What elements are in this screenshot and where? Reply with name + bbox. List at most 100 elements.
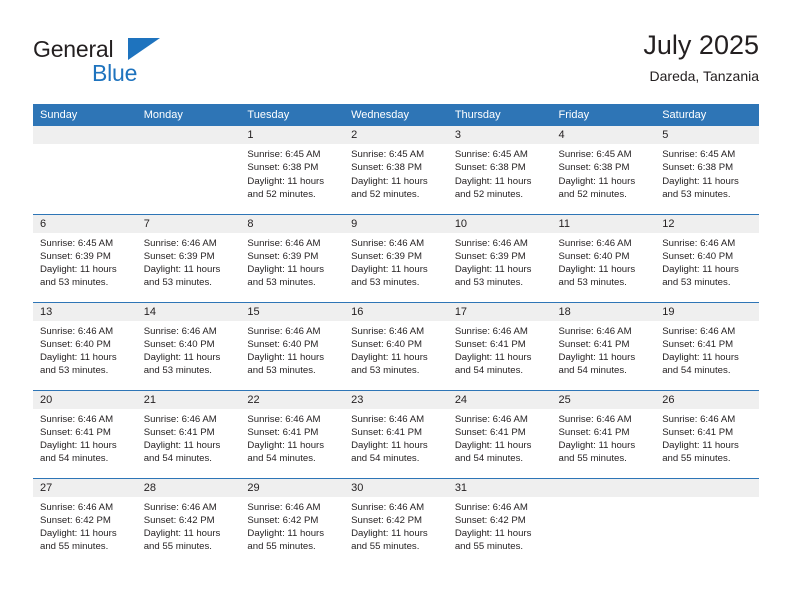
calendar-day-cell[interactable]: 23 Sunrise: 6:46 AM Sunset: 6:41 PM Dayligh… xyxy=(344,389,448,478)
calendar-day-cell[interactable]: 12 Sunrise: 6:46 AM Sunset: 6:40 PM Dayligh… xyxy=(655,213,759,302)
daylight-duration-text: Daylight: 11 hours and 53 minutes. xyxy=(662,175,739,200)
sunrise-text: Sunrise: 6:46 AM xyxy=(558,237,632,249)
calendar-day-cell[interactable]: 1 Sunrise: 6:45 AM Sunset: 6:38 PM Daylight… xyxy=(240,126,345,214)
day-number: 3 xyxy=(447,126,552,144)
day-number: 19 xyxy=(655,302,759,321)
calendar-week-row: 20 Sunrise: 6:46 AM Sunset: 6:41 PM Dayligh… xyxy=(33,389,759,478)
sunrise-text: Sunrise: 6:45 AM xyxy=(454,149,528,160)
day-details: Sunrise: 6:46 AM Sunset: 6:41 PM Daylight:… xyxy=(448,321,552,378)
daylight-duration-text: Daylight: 11 hours and 55 minutes. xyxy=(143,528,221,553)
daylight-duration-text: Daylight: 11 hours and 55 minutes. xyxy=(40,528,117,553)
day-number: 18 xyxy=(551,302,656,321)
calendar-day-cell[interactable]: 20 Sunrise: 6:46 AM Sunset: 6:41 PM Dayligh… xyxy=(33,389,137,478)
day-number: 8 xyxy=(240,214,345,233)
day-details: Sunrise: 6:46 AM Sunset: 6:40 PM Daylight:… xyxy=(552,233,656,290)
calendar-day-cell[interactable]: 28 Sunrise: 6:46 AM Sunset: 6:42 PM Dayligh… xyxy=(136,477,241,566)
sunrise-text: Sunrise: 6:46 AM xyxy=(247,237,321,249)
sunset-text: Sunset: 6:39 PM xyxy=(454,250,526,262)
calendar-day-cell[interactable]: 15 Sunrise: 6:46 AM Sunset: 6:40 PM Dayligh… xyxy=(240,301,345,390)
calendar-day-cell[interactable]: 25 Sunrise: 6:46 AM Sunset: 6:41 PM Dayligh… xyxy=(551,389,656,478)
calendar-day-cell[interactable]: 6 Sunrise: 6:45 AM Sunset: 6:39 PM Daylight… xyxy=(33,213,137,302)
calendar-day-cell[interactable]: 13 Sunrise: 6:46 AM Sunset: 6:40 PM Dayligh… xyxy=(33,301,137,390)
calendar-day-cell[interactable]: 4 Sunrise: 6:45 AM Sunset: 6:38 PM Daylight… xyxy=(551,126,656,214)
calendar-day-cell[interactable]: 5 Sunrise: 6:45 AM Sunset: 6:38 PM Daylight… xyxy=(655,126,759,214)
day-details: Sunrise: 6:46 AM Sunset: 6:39 PM Daylight:… xyxy=(137,233,241,290)
sunrise-sunset-calendar-table: Sunday Monday Tuesday Wednesday Thursday… xyxy=(33,104,759,566)
sunrise-text: Sunrise: 6:46 AM xyxy=(662,413,736,425)
sunset-text: Sunset: 6:41 PM xyxy=(247,426,319,438)
day-number: 15 xyxy=(240,302,345,321)
calendar-day-cell[interactable]: 8 Sunrise: 6:46 AM Sunset: 6:39 PM Daylight… xyxy=(240,213,345,302)
calendar-day-cell[interactable]: 16 Sunrise: 6:46 AM Sunset: 6:40 PM Dayligh… xyxy=(344,301,448,390)
day-details: Sunrise: 6:46 AM Sunset: 6:41 PM Daylight:… xyxy=(137,409,241,466)
sunset-text: Sunset: 6:41 PM xyxy=(40,426,111,438)
calendar-page: General Blue July 2025 Dareda, Tanzania … xyxy=(0,0,792,612)
sunset-text: Sunset: 6:41 PM xyxy=(558,426,630,438)
day-number xyxy=(33,126,137,144)
day-number: 14 xyxy=(136,302,241,321)
day-details: Sunrise: 6:46 AM Sunset: 6:41 PM Daylight:… xyxy=(344,409,448,466)
sunrise-text: Sunrise: 6:46 AM xyxy=(247,501,321,513)
calendar-day-cell[interactable]: 11 Sunrise: 6:46 AM Sunset: 6:40 PM Dayligh… xyxy=(551,213,656,302)
daylight-duration-text: Daylight: 11 hours and 55 minutes. xyxy=(662,440,739,465)
daylight-duration-text: Daylight: 11 hours and 53 minutes. xyxy=(454,264,532,289)
day-details: Sunrise: 6:45 AM Sunset: 6:38 PM Daylight:… xyxy=(655,144,759,201)
calendar-day-cell[interactable]: 7 Sunrise: 6:46 AM Sunset: 6:39 PM Daylight… xyxy=(136,213,241,302)
calendar-header-row-group: Sunday Monday Tuesday Wednesday Thursday… xyxy=(33,104,759,126)
calendar-day-cell[interactable]: 26 Sunrise: 6:46 AM Sunset: 6:41 PM Dayligh… xyxy=(655,389,759,478)
calendar-day-cell[interactable]: 2 Sunrise: 6:45 AM Sunset: 6:38 PM Daylight… xyxy=(344,126,448,214)
logo-text-general: General xyxy=(33,36,114,62)
calendar-day-cell-empty xyxy=(655,477,759,566)
calendar-day-cell[interactable]: 3 Sunrise: 6:45 AM Sunset: 6:38 PM Daylight… xyxy=(447,126,552,214)
sunset-text: Sunset: 6:39 PM xyxy=(40,250,111,262)
calendar-day-cell[interactable]: 27 Sunrise: 6:46 AM Sunset: 6:42 PM Dayligh… xyxy=(33,477,137,566)
day-number: 28 xyxy=(136,478,241,497)
sunrise-text: Sunrise: 6:46 AM xyxy=(454,325,528,337)
day-details: Sunrise: 6:46 AM Sunset: 6:40 PM Daylight:… xyxy=(137,321,241,378)
calendar-day-cell[interactable]: 22 Sunrise: 6:46 AM Sunset: 6:41 PM Dayligh… xyxy=(240,389,345,478)
calendar-day-cell[interactable]: 24 Sunrise: 6:46 AM Sunset: 6:41 PM Dayligh… xyxy=(447,389,552,478)
day-details: Sunrise: 6:46 AM Sunset: 6:39 PM Daylight:… xyxy=(240,233,344,290)
daylight-duration-text: Daylight: 11 hours and 53 minutes. xyxy=(662,264,739,289)
day-details: Sunrise: 6:46 AM Sunset: 6:40 PM Daylight:… xyxy=(655,233,759,290)
day-number: 31 xyxy=(447,478,552,497)
daylight-duration-text: Daylight: 11 hours and 53 minutes. xyxy=(247,352,325,377)
day-number xyxy=(655,478,759,497)
calendar-day-cell[interactable]: 9 Sunrise: 6:46 AM Sunset: 6:39 PM Daylight… xyxy=(344,213,448,302)
calendar-day-cell[interactable]: 29 Sunrise: 6:46 AM Sunset: 6:42 PM Dayligh… xyxy=(240,477,345,566)
daylight-duration-text: Daylight: 11 hours and 54 minutes. xyxy=(351,440,428,465)
day-number: 13 xyxy=(33,302,137,321)
sunrise-text: Sunrise: 6:46 AM xyxy=(662,237,736,249)
sunset-text: Sunset: 6:40 PM xyxy=(662,250,734,262)
day-details: Sunrise: 6:46 AM Sunset: 6:40 PM Daylight:… xyxy=(344,321,448,378)
day-details: Sunrise: 6:46 AM Sunset: 6:42 PM Daylight:… xyxy=(240,497,344,554)
sunrise-text: Sunrise: 6:46 AM xyxy=(247,325,321,337)
sunset-text: Sunset: 6:40 PM xyxy=(351,338,423,350)
calendar-day-cell[interactable]: 31 Sunrise: 6:46 AM Sunset: 6:42 PM Dayligh… xyxy=(447,477,552,566)
day-details: Sunrise: 6:46 AM Sunset: 6:42 PM Daylight:… xyxy=(33,497,137,554)
sunset-text: Sunset: 6:38 PM xyxy=(454,162,526,174)
calendar-day-cell[interactable]: 18 Sunrise: 6:46 AM Sunset: 6:41 PM Dayligh… xyxy=(551,301,656,390)
calendar-day-cell[interactable]: 30 Sunrise: 6:46 AM Sunset: 6:42 PM Dayligh… xyxy=(344,477,448,566)
day-number: 4 xyxy=(551,126,656,144)
calendar-day-cell[interactable]: 21 Sunrise: 6:46 AM Sunset: 6:41 PM Dayligh… xyxy=(136,389,241,478)
weekday-header-monday: Monday xyxy=(136,104,241,126)
day-details: Sunrise: 6:45 AM Sunset: 6:38 PM Daylight:… xyxy=(448,144,552,201)
day-number: 11 xyxy=(551,214,656,233)
sunset-text: Sunset: 6:41 PM xyxy=(558,338,630,350)
calendar-day-cell[interactable]: 10 Sunrise: 6:46 AM Sunset: 6:39 PM Dayligh… xyxy=(447,213,552,302)
sunset-text: Sunset: 6:41 PM xyxy=(662,338,734,350)
calendar-body: 1 Sunrise: 6:45 AM Sunset: 6:38 PM Daylight… xyxy=(33,126,759,566)
sunset-text: Sunset: 6:38 PM xyxy=(558,162,630,174)
calendar-day-cell[interactable]: 19 Sunrise: 6:46 AM Sunset: 6:41 PM Dayligh… xyxy=(655,301,759,390)
weekday-header-sunday: Sunday xyxy=(33,104,137,126)
calendar-day-cell[interactable]: 17 Sunrise: 6:46 AM Sunset: 6:41 PM Dayligh… xyxy=(447,301,552,390)
day-number xyxy=(551,478,656,497)
calendar-day-cell[interactable]: 14 Sunrise: 6:46 AM Sunset: 6:40 PM Dayligh… xyxy=(136,301,241,390)
sunset-text: Sunset: 6:42 PM xyxy=(247,514,319,526)
day-number: 1 xyxy=(240,126,345,144)
calendar-week-row: 1 Sunrise: 6:45 AM Sunset: 6:38 PM Daylight… xyxy=(33,126,759,214)
sunset-text: Sunset: 6:40 PM xyxy=(143,338,215,350)
sunrise-text: Sunrise: 6:46 AM xyxy=(558,413,632,425)
sunset-text: Sunset: 6:42 PM xyxy=(143,514,215,526)
